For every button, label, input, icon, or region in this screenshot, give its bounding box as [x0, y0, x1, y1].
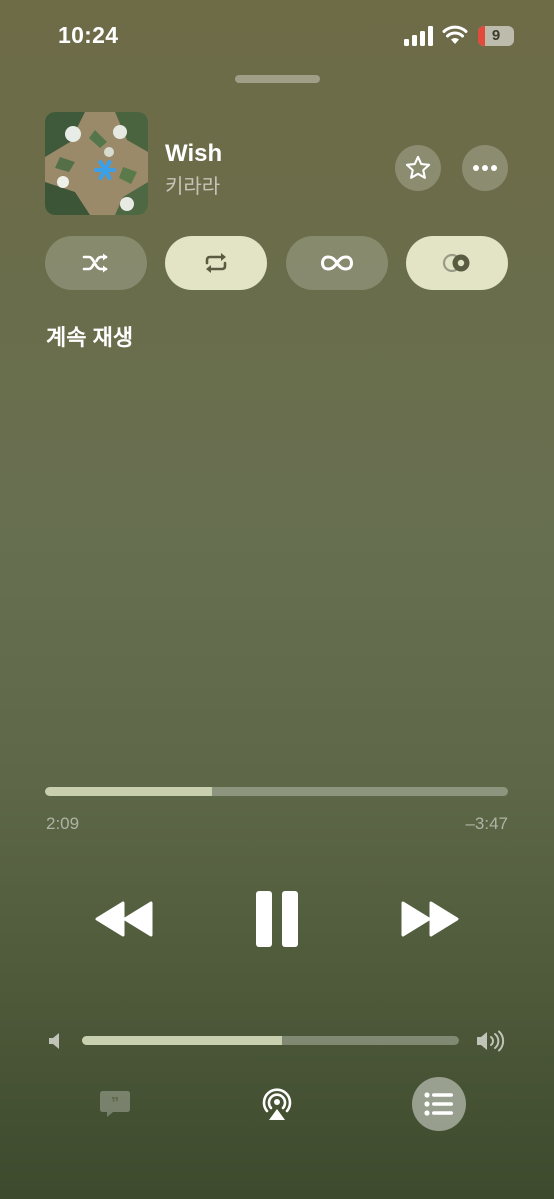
- infinity-icon: [320, 255, 354, 271]
- svg-text:”: ”: [111, 1095, 119, 1112]
- status-time: 10:24: [58, 22, 119, 48]
- battery-level: 9: [491, 27, 501, 44]
- playback-progress-fill: [45, 787, 212, 796]
- autoplay-button[interactable]: [406, 236, 508, 290]
- ellipsis-icon: [473, 165, 497, 171]
- rewind-icon[interactable]: [95, 900, 155, 938]
- volume-fill: [82, 1036, 282, 1045]
- sheet-grabber[interactable]: [235, 75, 320, 83]
- lyrics-icon[interactable]: ”: [99, 1089, 131, 1119]
- album-artwork[interactable]: [45, 112, 148, 215]
- repeat-button[interactable]: [165, 236, 267, 290]
- elapsed-time: 2:09: [46, 814, 80, 833]
- pause-icon[interactable]: [253, 891, 301, 947]
- remaining-time: –3:47: [465, 814, 508, 833]
- playback-progress-slider[interactable]: [45, 787, 508, 796]
- star-icon: [405, 155, 431, 179]
- list-icon: [424, 1092, 453, 1116]
- track-artist[interactable]: 키라라: [165, 170, 220, 199]
- section-title-continue-playing: 계속 재생: [46, 325, 134, 350]
- favorite-button[interactable]: [395, 145, 441, 191]
- fast-forward-icon[interactable]: [399, 900, 459, 938]
- queue-button[interactable]: [412, 1077, 466, 1131]
- infinity-button[interactable]: [286, 236, 388, 290]
- airplay-icon[interactable]: [260, 1087, 294, 1121]
- track-title[interactable]: Wish: [165, 140, 222, 168]
- repeat-icon: [205, 253, 227, 273]
- volume-slider[interactable]: [82, 1036, 459, 1045]
- battery-indicator: 9: [478, 26, 514, 46]
- wifi-icon: [442, 25, 468, 44]
- cellular-signal-icon: [404, 26, 433, 46]
- volume-high-icon: [477, 1030, 505, 1052]
- autoplay-icon: [442, 253, 470, 273]
- shuffle-icon: [82, 253, 108, 273]
- shuffle-button[interactable]: [45, 236, 147, 290]
- more-button[interactable]: [462, 145, 508, 191]
- volume-low-icon: [49, 1033, 59, 1049]
